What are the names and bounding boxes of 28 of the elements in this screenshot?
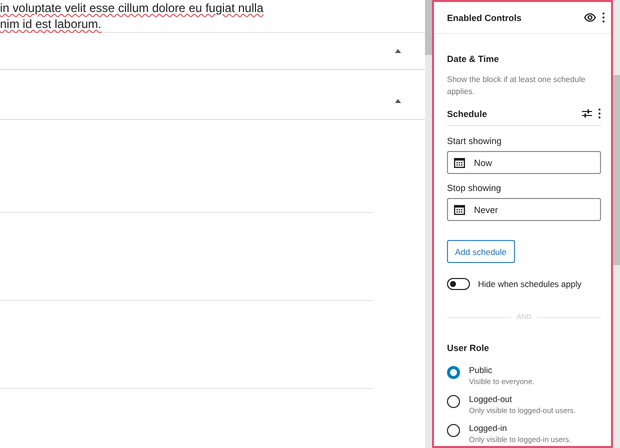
section-title: Date & Time bbox=[447, 54, 500, 64]
option-label: Logged-in bbox=[469, 423, 508, 433]
date-field[interactable]: Now bbox=[447, 151, 601, 174]
calendar-icon bbox=[454, 204, 465, 214]
option-label: Logged-out bbox=[469, 394, 514, 404]
more-options-icon[interactable] bbox=[602, 12, 605, 23]
date-field[interactable]: Never bbox=[447, 198, 601, 221]
panel-title: Enabled Controls bbox=[447, 12, 523, 22]
radio-button[interactable] bbox=[447, 366, 460, 379]
more-options-icon[interactable] bbox=[598, 108, 601, 119]
schedule-title: Schedule bbox=[447, 108, 488, 118]
option-label: Public bbox=[469, 365, 494, 375]
add-schedule-button[interactable]: Add schedule bbox=[447, 240, 515, 263]
scrollbar[interactable] bbox=[425, 0, 432, 448]
radio-button[interactable] bbox=[447, 424, 460, 437]
scrollbar[interactable] bbox=[613, 0, 620, 448]
description-text: Show the block if at least one schedule applies. bbox=[447, 74, 586, 98]
caret-icon[interactable] bbox=[395, 99, 401, 103]
toggle-label: Hide when schedules apply bbox=[478, 279, 582, 289]
section-title: User Role bbox=[447, 343, 490, 353]
field-label: Stop showing bbox=[447, 183, 502, 193]
caret-icon[interactable] bbox=[395, 49, 401, 53]
calendar-icon bbox=[454, 158, 465, 168]
field-label: Start showing bbox=[447, 136, 503, 146]
radio-button[interactable] bbox=[447, 395, 460, 408]
toggle-switch[interactable] bbox=[447, 278, 470, 290]
sliders-icon[interactable] bbox=[582, 109, 592, 118]
eye-icon[interactable] bbox=[584, 13, 596, 22]
